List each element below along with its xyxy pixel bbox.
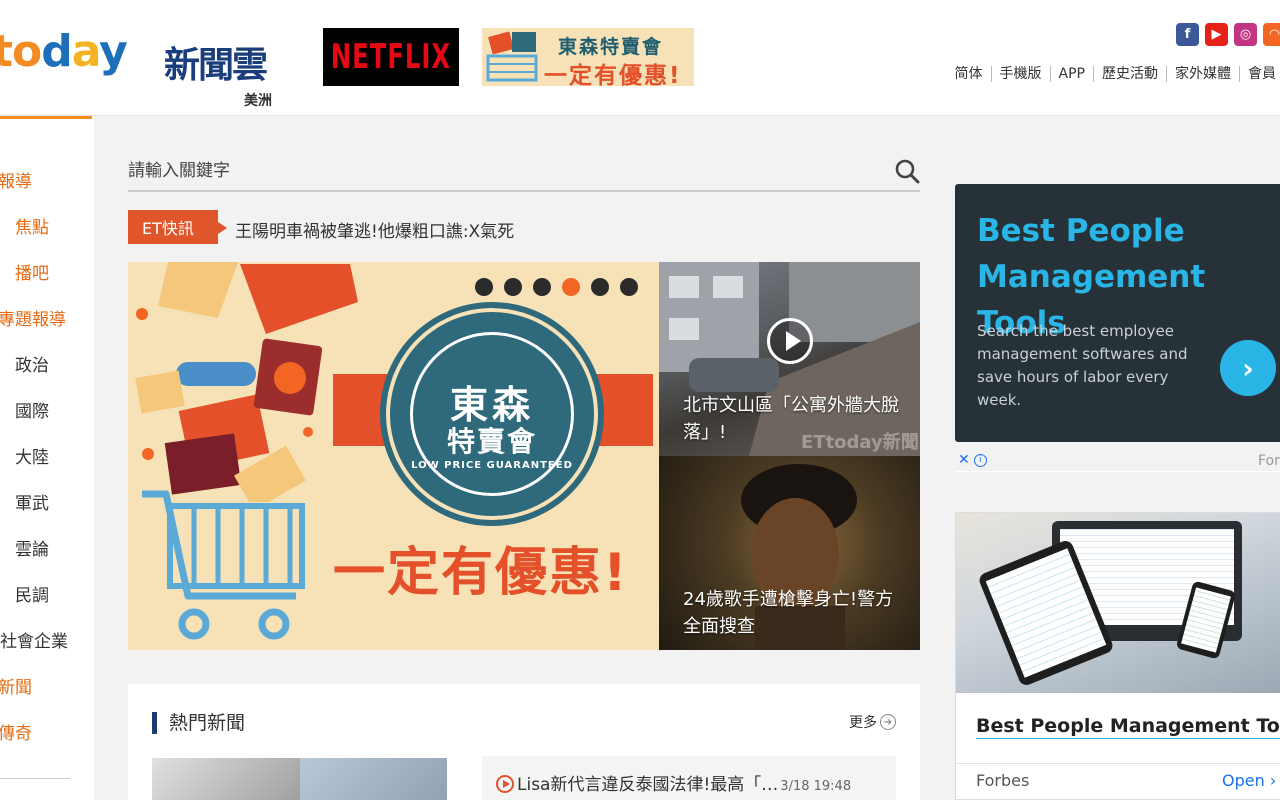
- nav-member[interactable]: 會員: [1239, 66, 1280, 82]
- flash-headline[interactable]: 王陽明車禍被肇逃!他爆粗口譙:X氣死: [235, 217, 514, 242]
- sidebar-item-military[interactable]: 軍武: [15, 494, 107, 514]
- sidebar-item-poll[interactable]: 民調: [15, 586, 107, 606]
- sidebar-item-focus[interactable]: 焦點: [15, 218, 107, 238]
- seal-subtitle: 特賣會: [446, 425, 537, 458]
- ad-source: Forbes: [976, 771, 1030, 790]
- promo-line-2: 一定有優惠!: [544, 63, 682, 86]
- ettoday-logo[interactable]: today 新聞雲 美洲: [0, 22, 292, 110]
- sidebar-item-politics[interactable]: 政治: [15, 356, 107, 376]
- sidebar-item-international[interactable]: 國際: [15, 402, 107, 422]
- ad-label: For: [1258, 453, 1280, 469]
- sidebar-item-news[interactable]: 新聞: [0, 678, 90, 698]
- carousel-dot[interactable]: [504, 278, 522, 296]
- ad-divider: [955, 471, 1280, 472]
- ad-open-label: Open: [1222, 771, 1265, 790]
- carousel-dot[interactable]: [591, 278, 609, 296]
- carousel-dot-active[interactable]: [562, 278, 580, 296]
- sidebar-item-legend[interactable]: 傳奇: [0, 724, 90, 744]
- search-icon[interactable]: [894, 158, 920, 184]
- ad-body: Search the best employee management soft…: [977, 322, 1188, 409]
- netflix-ad[interactable]: NETFLIX: [323, 28, 459, 86]
- sidebar-item-china[interactable]: 大陸: [15, 448, 107, 468]
- side-news-caption: 北市文山區「公寓外牆大脫落」!: [683, 395, 899, 443]
- ad-card-divider: [956, 763, 1280, 764]
- more-link[interactable]: 更多 ➔: [849, 712, 896, 732]
- close-icon[interactable]: ✕: [958, 452, 970, 468]
- gift-boxes-illustration: [135, 262, 358, 502]
- promo-line-1: 東森特賣會: [558, 36, 664, 58]
- hot-news-headline: Lisa新代言違反泰國法律!最高「…: [517, 775, 779, 795]
- netflix-label: NETFLIX: [330, 37, 452, 77]
- sidebar-item-live[interactable]: 播吧: [15, 264, 107, 284]
- banner-slogan: 一定有優惠!: [333, 543, 629, 603]
- hot-news-item[interactable]: Lisa新代言違反泰國法律!最高「… 3/18 19:48: [482, 756, 896, 800]
- hot-news-thumbnail[interactable]: [300, 758, 447, 800]
- rss-icon[interactable]: ◠: [1263, 23, 1280, 46]
- arrow-right-circle-icon: ➔: [880, 714, 896, 730]
- side-news-card[interactable]: ETtoday新聞 北市文山區「公寓外牆大脫落」!: [659, 262, 920, 456]
- hot-news-time: 3/18 19:48: [780, 779, 852, 794]
- shopping-cart-icon: [142, 490, 305, 640]
- more-label: 更多: [849, 715, 877, 731]
- chevron-right-icon[interactable]: ›: [1220, 340, 1276, 396]
- search-bar: [128, 150, 920, 192]
- top-nav: 简体 手機版 APP 歷史活動 家外媒體 會員: [947, 66, 1280, 82]
- sale-seal: 東森 特賣會 LOW PRICE GUARANTEED: [380, 302, 604, 526]
- sidebar-divider: [0, 778, 70, 779]
- logo-wordmark: today: [0, 26, 128, 77]
- seal-english: LOW PRICE GUARANTEED: [411, 460, 573, 471]
- sidebar-top-bar: [0, 116, 92, 119]
- hot-news-section: 熱門新聞 更多 ➔ Lisa新代言違反泰國法律!最高「… 3/18 19:48: [128, 684, 920, 800]
- side-news-card[interactable]: 24歲歌手遭槍擊身亡!警方全面搜查: [659, 456, 920, 650]
- info-icon[interactable]: i: [973, 453, 987, 467]
- sidebar-item-report[interactable]: 報導: [0, 172, 90, 192]
- sidebar: 報導 焦點 播吧 專題報導 政治 國際 大陸 軍武 雲論 民調 社會企業 新聞 …: [0, 116, 94, 800]
- instagram-icon[interactable]: ◎: [1234, 23, 1257, 46]
- sidebar-item-opinion[interactable]: 雲論: [15, 540, 107, 560]
- nav-history-events[interactable]: 歷史活動: [1093, 66, 1166, 82]
- sale-promo-banner[interactable]: 東森特賣會 一定有優惠!: [482, 28, 694, 86]
- nav-outdoor-media[interactable]: 家外媒體: [1166, 66, 1239, 82]
- sidebar-item-social-enterprise[interactable]: 社會企業: [0, 632, 92, 652]
- ad-card[interactable]: Best People Management Tools Forbes Open…: [955, 512, 1280, 800]
- facebook-icon[interactable]: f: [1176, 23, 1199, 46]
- youtube-icon[interactable]: ▶: [1205, 23, 1228, 46]
- adchoices[interactable]: ✕ i: [958, 452, 987, 468]
- carousel-dot[interactable]: [533, 278, 551, 296]
- sidebar-item-special[interactable]: 專題報導: [0, 310, 90, 330]
- social-links: f ▶ ◎ ◠: [1176, 23, 1280, 46]
- shopping-bags-icon: [486, 31, 538, 82]
- carousel-dots: [475, 278, 638, 296]
- side-news-caption: 24歲歌手遭槍擊身亡!警方全面搜查: [683, 589, 894, 637]
- search-input[interactable]: [128, 156, 868, 186]
- nav-app[interactable]: APP: [1049, 66, 1093, 82]
- carousel-dot[interactable]: [475, 278, 493, 296]
- logo-chinese: 新聞雲: [164, 45, 268, 86]
- play-circle-icon: [496, 775, 514, 793]
- site-header: today 新聞雲 美洲 NETFLIX 東森特賣會 一定有優惠! f ▶ ◎ …: [0, 0, 1280, 116]
- hot-news-thumbnail[interactable]: [152, 758, 300, 800]
- carousel-dot[interactable]: [620, 278, 638, 296]
- ad-card-title[interactable]: Best People Management Tools: [976, 715, 1280, 739]
- play-video-icon[interactable]: [767, 318, 813, 364]
- ad-banner[interactable]: Best People Management Tools Search the …: [955, 184, 1280, 442]
- nav-simplified[interactable]: 简体: [947, 66, 991, 82]
- flash-tag: ET快訊: [128, 210, 227, 244]
- region-label: 美洲: [244, 93, 272, 109]
- nav-mobile[interactable]: 手機版: [990, 66, 1050, 82]
- main-carousel[interactable]: 東森 特賣會 LOW PRICE GUARANTEED 一定有優惠!: [128, 262, 659, 650]
- ad-image: [956, 513, 1280, 693]
- hot-news-title: 熱門新聞: [152, 712, 245, 734]
- ad-open-button[interactable]: Open ›: [1222, 771, 1276, 790]
